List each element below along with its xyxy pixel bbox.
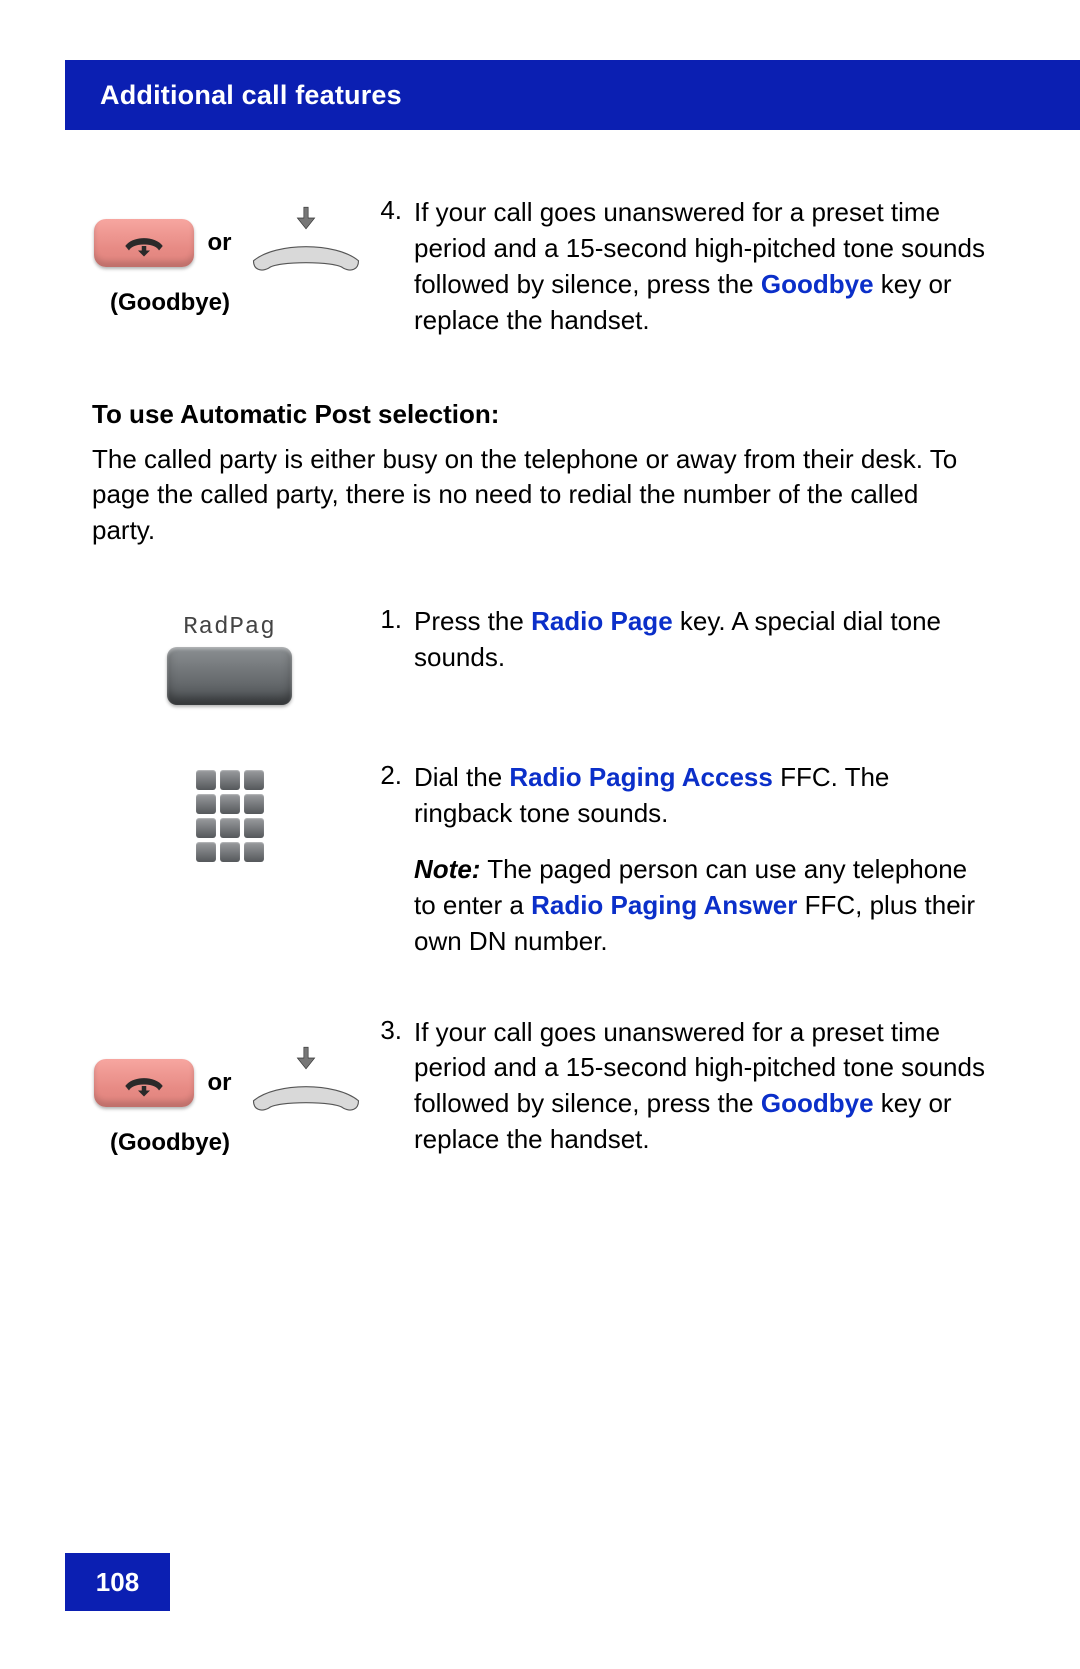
handset-cradle-icon	[246, 1078, 366, 1121]
radio-page-keyword: Radio Page	[531, 606, 673, 636]
page-content: or (Goodbye) 4.	[92, 160, 988, 1158]
keypad-key	[196, 818, 216, 838]
goodbye-key-block	[94, 1059, 194, 1107]
step4-text: If your call goes unanswered for a prese…	[414, 195, 988, 339]
keypad-key	[244, 770, 264, 790]
step1-text: Press the Radio Page key. A special dial…	[414, 604, 988, 676]
step3-illustration: or (Goodbye)	[92, 1015, 367, 1157]
handset-hangup-icon	[121, 228, 167, 258]
goodbye-keyword: Goodbye	[761, 269, 874, 299]
step2-text: Dial the Radio Paging Access FFC. The ri…	[414, 760, 988, 959]
keypad-key	[244, 842, 264, 862]
step1-number: 1.	[367, 604, 414, 676]
goodbye-caption: (Goodbye)	[92, 1129, 367, 1157]
section-heading: To use Automatic Post selection:	[92, 399, 988, 430]
keypad-key	[196, 794, 216, 814]
keypad-key	[244, 794, 264, 814]
step3-text: If your call goes unanswered for a prese…	[414, 1015, 988, 1159]
step4-text-col: 4. If your call goes unanswered for a pr…	[367, 195, 988, 339]
keypad-key	[196, 842, 216, 862]
goodbye-key-icon	[94, 1059, 194, 1107]
step4-number: 4.	[367, 195, 414, 339]
keypad-key	[220, 770, 240, 790]
goodbye-key-block	[94, 219, 194, 267]
step3-number: 3.	[367, 1015, 414, 1159]
step2-l1-before: Dial the	[414, 762, 509, 792]
step-row-3: or (Goodbye) 3.	[92, 1015, 988, 1159]
softkey-icon	[167, 647, 292, 705]
goodbye-caption: (Goodbye)	[92, 289, 367, 317]
document-page: Additional call features or	[0, 0, 1080, 1669]
goodbye-key-icon	[94, 219, 194, 267]
replace-handset-icon	[246, 1045, 366, 1121]
keypad-key	[220, 818, 240, 838]
step4-illustration: or (Goodbye)	[92, 195, 367, 317]
step2-number: 2.	[367, 760, 414, 959]
section-intro: The called party is either busy on the t…	[92, 442, 988, 550]
step2-note: Note: The paged person can use any telep…	[414, 852, 988, 960]
goodbye-keyword: Goodbye	[761, 1088, 874, 1118]
step-row-2: 2. Dial the Radio Paging Access FFC. The…	[92, 760, 988, 959]
handset-cradle-icon	[246, 238, 366, 281]
radpag-display-label: RadPag	[92, 614, 367, 641]
or-label: or	[208, 1069, 232, 1097]
arrow-down-icon	[293, 205, 319, 236]
step-row-1: RadPag 1. Press the Radio Page key. A sp…	[92, 604, 988, 705]
header-title: Additional call features	[100, 80, 402, 111]
keypad-key	[220, 842, 240, 862]
page-number-box: 108	[65, 1553, 170, 1611]
step1-illustration: RadPag	[92, 604, 367, 705]
step1-text-col: 1. Press the Radio Page key. A special d…	[367, 604, 988, 676]
step2-illustration	[92, 760, 367, 862]
keypad-icon	[196, 770, 264, 862]
goodbye-or-handset: or	[92, 1045, 367, 1121]
step1-before: Press the	[414, 606, 531, 636]
replace-handset-icon	[246, 205, 366, 281]
note-label: Note:	[414, 854, 480, 884]
goodbye-or-handset: or	[92, 205, 367, 281]
or-label: or	[208, 229, 232, 257]
step-row-4: or (Goodbye) 4.	[92, 195, 988, 339]
keypad-key	[220, 794, 240, 814]
page-number: 108	[96, 1567, 139, 1598]
keypad-key	[196, 770, 216, 790]
radio-paging-answer-keyword: Radio Paging Answer	[531, 890, 797, 920]
step2-text-col: 2. Dial the Radio Paging Access FFC. The…	[367, 760, 988, 959]
keypad-key	[244, 818, 264, 838]
radio-paging-access-keyword: Radio Paging Access	[509, 762, 772, 792]
handset-hangup-icon	[121, 1068, 167, 1098]
arrow-down-icon	[293, 1045, 319, 1076]
header-band: Additional call features	[65, 60, 1080, 130]
step3-text-col: 3. If your call goes unanswered for a pr…	[367, 1015, 988, 1159]
